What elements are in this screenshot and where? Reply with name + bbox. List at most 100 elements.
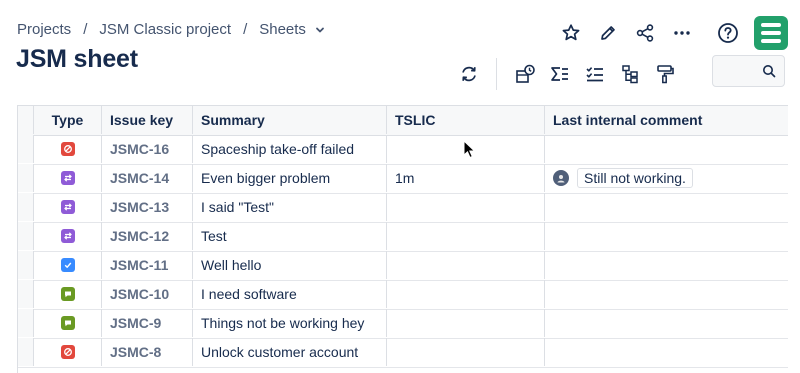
app-logo-icon[interactable]	[754, 16, 788, 50]
breadcrumb-project[interactable]: JSM Classic project	[99, 21, 231, 38]
tslic-cell[interactable]	[387, 309, 545, 337]
mouse-cursor-icon	[463, 139, 477, 165]
column-header-issue-key[interactable]: Issue key	[102, 106, 193, 134]
edit-pencil-icon[interactable]	[595, 20, 621, 46]
summary-cell[interactable]: Things not be working hey	[193, 309, 387, 337]
row-gutter[interactable]	[18, 193, 34, 221]
breadcrumb-sheets[interactable]: Sheets	[259, 21, 306, 38]
hierarchy-icon[interactable]	[616, 60, 644, 88]
row-gutter[interactable]	[18, 135, 34, 163]
type-cell[interactable]	[34, 280, 102, 308]
breadcrumb-separator: /	[243, 21, 248, 38]
page-title: JSM sheet	[16, 45, 138, 73]
breadcrumb-projects[interactable]: Projects	[17, 21, 71, 38]
sheet-toolbar	[455, 58, 686, 90]
issue-key[interactable]: JSMC-11	[102, 251, 193, 279]
issue-key[interactable]: JSMC-10	[102, 280, 193, 308]
comment-cell[interactable]	[545, 251, 788, 279]
comment-cell[interactable]	[545, 338, 788, 366]
column-header-summary[interactable]: Summary	[193, 106, 387, 134]
issues-table: Type Issue key Summary TSLIC Last intern…	[17, 105, 788, 373]
row-gutter[interactable]	[18, 251, 34, 279]
tslic-cell[interactable]	[387, 338, 545, 366]
type-cell[interactable]	[34, 193, 102, 221]
table-row[interactable]: JSMC-10 I need software	[18, 280, 788, 310]
comment-cell[interactable]	[545, 309, 788, 337]
toolbar-divider	[496, 58, 497, 90]
search-input[interactable]	[717, 57, 765, 87]
table-row[interactable]: JSMC-9 Things not be working hey	[18, 309, 788, 339]
breadcrumb-separator: /	[83, 21, 88, 38]
type-cell[interactable]	[34, 309, 102, 337]
change-type-icon	[60, 229, 75, 243]
issue-key[interactable]: JSMC-12	[102, 222, 193, 250]
checklist-icon[interactable]	[581, 60, 609, 88]
type-cell[interactable]	[34, 338, 102, 366]
comment-cell[interactable]: Still not working.	[545, 164, 788, 192]
table-row[interactable]: JSMC-11 Well hello	[18, 251, 788, 281]
summary-cell[interactable]: Even bigger problem	[193, 164, 387, 192]
issue-key[interactable]: JSMC-14	[102, 164, 193, 192]
chevron-down-icon[interactable]	[314, 24, 326, 36]
type-cell[interactable]	[34, 222, 102, 250]
more-icon[interactable]	[669, 20, 695, 46]
tslic-cell[interactable]	[387, 251, 545, 279]
change-type-icon	[60, 200, 75, 214]
header-actions	[547, 16, 788, 50]
tslic-cell[interactable]: 1m	[387, 164, 545, 192]
issue-key[interactable]: JSMC-13	[102, 193, 193, 221]
last-comment-text: Still not working.	[577, 168, 693, 188]
sum-icon[interactable]	[546, 60, 574, 88]
issue-key[interactable]: JSMC-16	[102, 135, 193, 163]
service-request-type-icon	[60, 287, 75, 301]
avatar	[553, 170, 569, 186]
paint-roller-icon[interactable]	[651, 60, 679, 88]
summary-cell[interactable]: Test	[193, 222, 387, 250]
tslic-cell[interactable]	[387, 222, 545, 250]
row-gutter-header	[18, 106, 34, 134]
table-row[interactable]: JSMC-13 I said "Test"	[18, 193, 788, 223]
comment-cell[interactable]	[545, 193, 788, 221]
incident-type-icon	[60, 142, 75, 156]
incident-type-icon	[60, 345, 75, 359]
type-cell[interactable]	[34, 135, 102, 163]
summary-cell[interactable]: Spaceship take-off failed	[193, 135, 387, 163]
row-gutter[interactable]	[18, 309, 34, 337]
tslic-cell[interactable]	[387, 193, 545, 221]
column-header-type[interactable]: Type	[34, 106, 102, 134]
schedule-icon[interactable]	[511, 60, 539, 88]
comment-cell[interactable]	[545, 222, 788, 250]
tslic-cell[interactable]	[387, 280, 545, 308]
table-row[interactable]: JSMC-12 Test	[18, 222, 788, 252]
change-type-icon	[60, 171, 75, 185]
row-gutter[interactable]	[18, 338, 34, 366]
summary-cell[interactable]: Well hello	[193, 251, 387, 279]
row-gutter[interactable]	[18, 222, 34, 250]
comment-cell[interactable]	[545, 280, 788, 308]
task-type-icon	[60, 258, 75, 272]
share-icon[interactable]	[632, 20, 658, 46]
table-row[interactable]: JSMC-8 Unlock customer account	[18, 338, 788, 368]
breadcrumb: Projects / JSM Classic project / Sheets	[17, 21, 326, 38]
refresh-icon[interactable]	[455, 60, 483, 88]
issue-key[interactable]: JSMC-9	[102, 309, 193, 337]
row-gutter[interactable]	[18, 164, 34, 192]
summary-cell[interactable]: Unlock customer account	[193, 338, 387, 366]
summary-cell[interactable]: I need software	[193, 280, 387, 308]
search-icon	[762, 64, 776, 83]
table-row[interactable]: JSMC-14 Even bigger problem 1m Still not…	[18, 164, 788, 194]
summary-cell[interactable]: I said "Test"	[193, 193, 387, 221]
star-icon[interactable]	[558, 20, 584, 46]
table-header-row: Type Issue key Summary TSLIC Last intern…	[18, 106, 788, 136]
search-field[interactable]	[712, 55, 785, 87]
comment-cell[interactable]	[545, 135, 788, 163]
service-request-type-icon	[60, 316, 75, 330]
column-header-tslic[interactable]: TSLIC	[387, 106, 545, 134]
column-header-last-internal-comment[interactable]: Last internal comment	[545, 106, 788, 134]
row-gutter[interactable]	[18, 280, 34, 308]
help-icon[interactable]	[715, 20, 741, 46]
type-cell[interactable]	[34, 164, 102, 192]
type-cell[interactable]	[34, 251, 102, 279]
issue-key[interactable]: JSMC-8	[102, 338, 193, 366]
table-row[interactable]: JSMC-16 Spaceship take-off failed	[18, 135, 788, 165]
